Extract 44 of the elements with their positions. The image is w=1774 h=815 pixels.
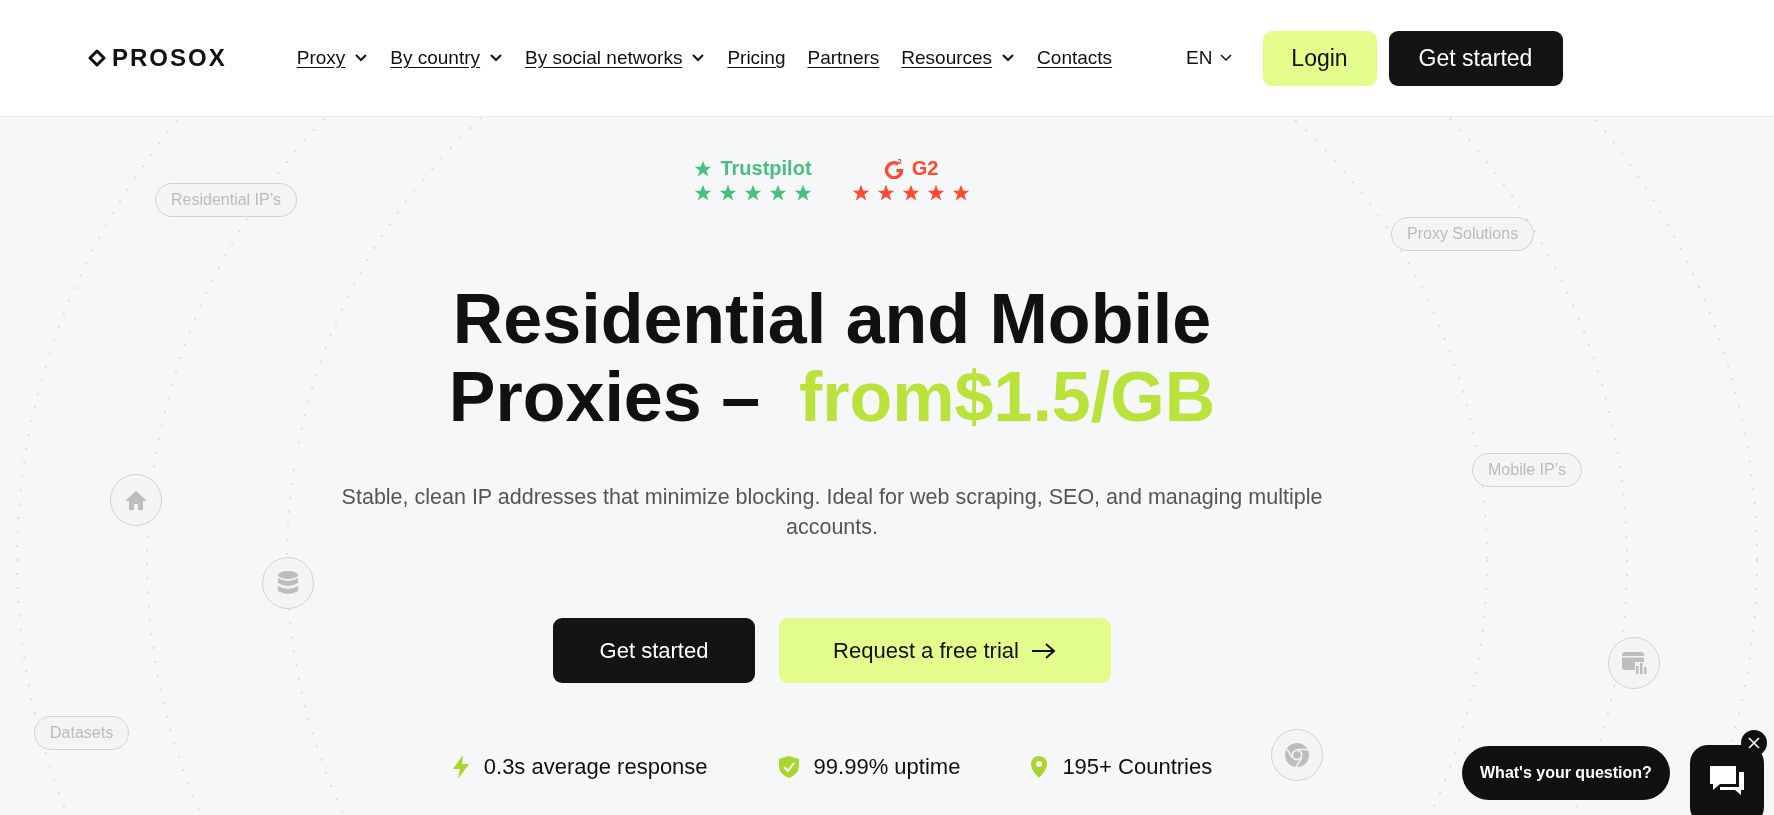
nav-link[interactable]: By country — [390, 47, 504, 69]
close-icon — [1747, 736, 1761, 750]
chat-prompt[interactable]: What's your question? — [1462, 746, 1670, 800]
nav-link[interactable]: By social networks — [525, 47, 706, 69]
arrow-right-icon — [1030, 641, 1057, 660]
stat-text: 99.99% uptime — [813, 754, 961, 780]
home-icon — [110, 474, 162, 526]
chevron-down-icon[interactable] — [691, 53, 706, 63]
database-icon — [262, 557, 314, 609]
chevron-down-icon[interactable] — [1218, 53, 1233, 63]
logo-text: PROSOX — [112, 44, 227, 72]
chevron-down-icon[interactable] — [1001, 53, 1016, 63]
star-icon — [694, 159, 713, 178]
rating-label: Trustpilot — [720, 157, 812, 180]
rating-label: G2 — [911, 157, 939, 180]
get-started-button[interactable]: Get started — [1388, 30, 1563, 86]
tag-pill: Proxy Solutions — [1391, 217, 1535, 251]
get-started-button[interactable]: Get started — [553, 618, 755, 683]
g2-logo-icon — [883, 158, 904, 179]
nav-link[interactable]: Resources — [901, 47, 1016, 69]
tag-pill: Mobile IP’s — [1472, 453, 1582, 487]
free-trial-button[interactable]: Request a free trial — [779, 618, 1111, 683]
stat-text: 0.3s average response — [483, 754, 708, 780]
nav-link[interactable]: Pricing — [727, 47, 786, 69]
logo-icon — [88, 49, 106, 67]
chat-bubbles-icon — [1708, 764, 1746, 798]
tag-pill: Residential IP’s — [155, 183, 297, 217]
nav-link[interactable]: Partners — [807, 47, 880, 69]
chat-button[interactable] — [1690, 745, 1764, 815]
login-button[interactable]: Login — [1262, 30, 1377, 86]
chart-window-icon — [1608, 637, 1660, 689]
location-pin-icon — [1030, 755, 1049, 779]
chevron-down-icon[interactable] — [489, 53, 504, 63]
chevron-down-icon[interactable] — [354, 53, 369, 63]
stat-text: 195+ Countries — [1062, 754, 1213, 780]
subtitle: Stable, clean IP addresses that minimize blocking. Ideal for web scraping, SEO, and managing multiple accounts. — [340, 484, 1324, 541]
language-selector[interactable]: EN — [1186, 47, 1233, 69]
shield-check-icon — [777, 755, 800, 779]
nav-link[interactable]: Contacts — [1037, 47, 1113, 69]
tag-pill: Datasets — [34, 716, 130, 750]
lightning-icon — [451, 755, 470, 779]
headline: Residential and Mobile Proxies – from$1.5/GB — [448, 280, 1216, 436]
nav-link[interactable]: Proxy — [296, 47, 369, 69]
browser-icon — [1271, 729, 1323, 781]
